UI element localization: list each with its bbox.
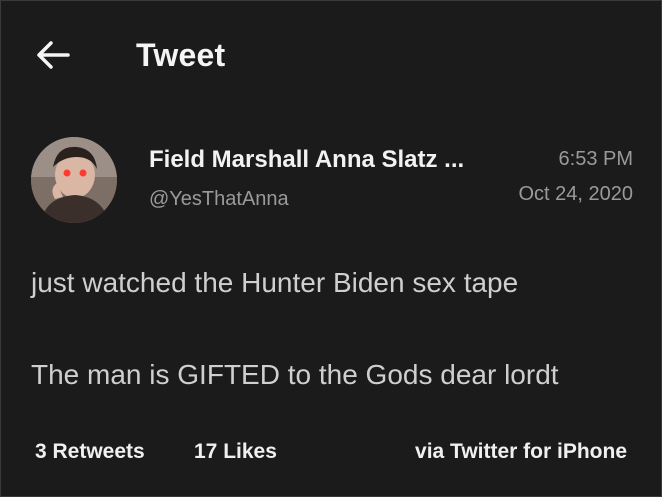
tweet-source: via Twitter for iPhone <box>415 440 627 463</box>
author-handle[interactable]: @YesThatAnna <box>149 185 289 213</box>
avatar[interactable] <box>31 137 117 223</box>
author-name[interactable]: Field Marshall Anna Slatz ... <box>149 145 464 175</box>
tweet-date: Oct 24, 2020 <box>518 183 633 205</box>
top-bar: Tweet <box>1 1 662 111</box>
tweet-time: 6:53 PM <box>558 148 633 170</box>
profile-photo-icon <box>31 137 117 223</box>
tweet-text-line: just watched the Hunter Biden sex tape <box>31 267 519 298</box>
retweet-count[interactable]: 3 Retweets <box>35 437 145 467</box>
page-title: Tweet <box>136 37 226 73</box>
arrow-left-icon <box>37 41 70 69</box>
tweet-detail-screen: Tweet Field Marshall Anna Slatz ... @Yes… <box>0 0 662 497</box>
like-count[interactable]: 17 Likes <box>194 437 277 467</box>
back-button[interactable] <box>31 35 75 75</box>
tweet-text-line: The man is GIFTED to the Gods dear lordt <box>31 359 559 390</box>
